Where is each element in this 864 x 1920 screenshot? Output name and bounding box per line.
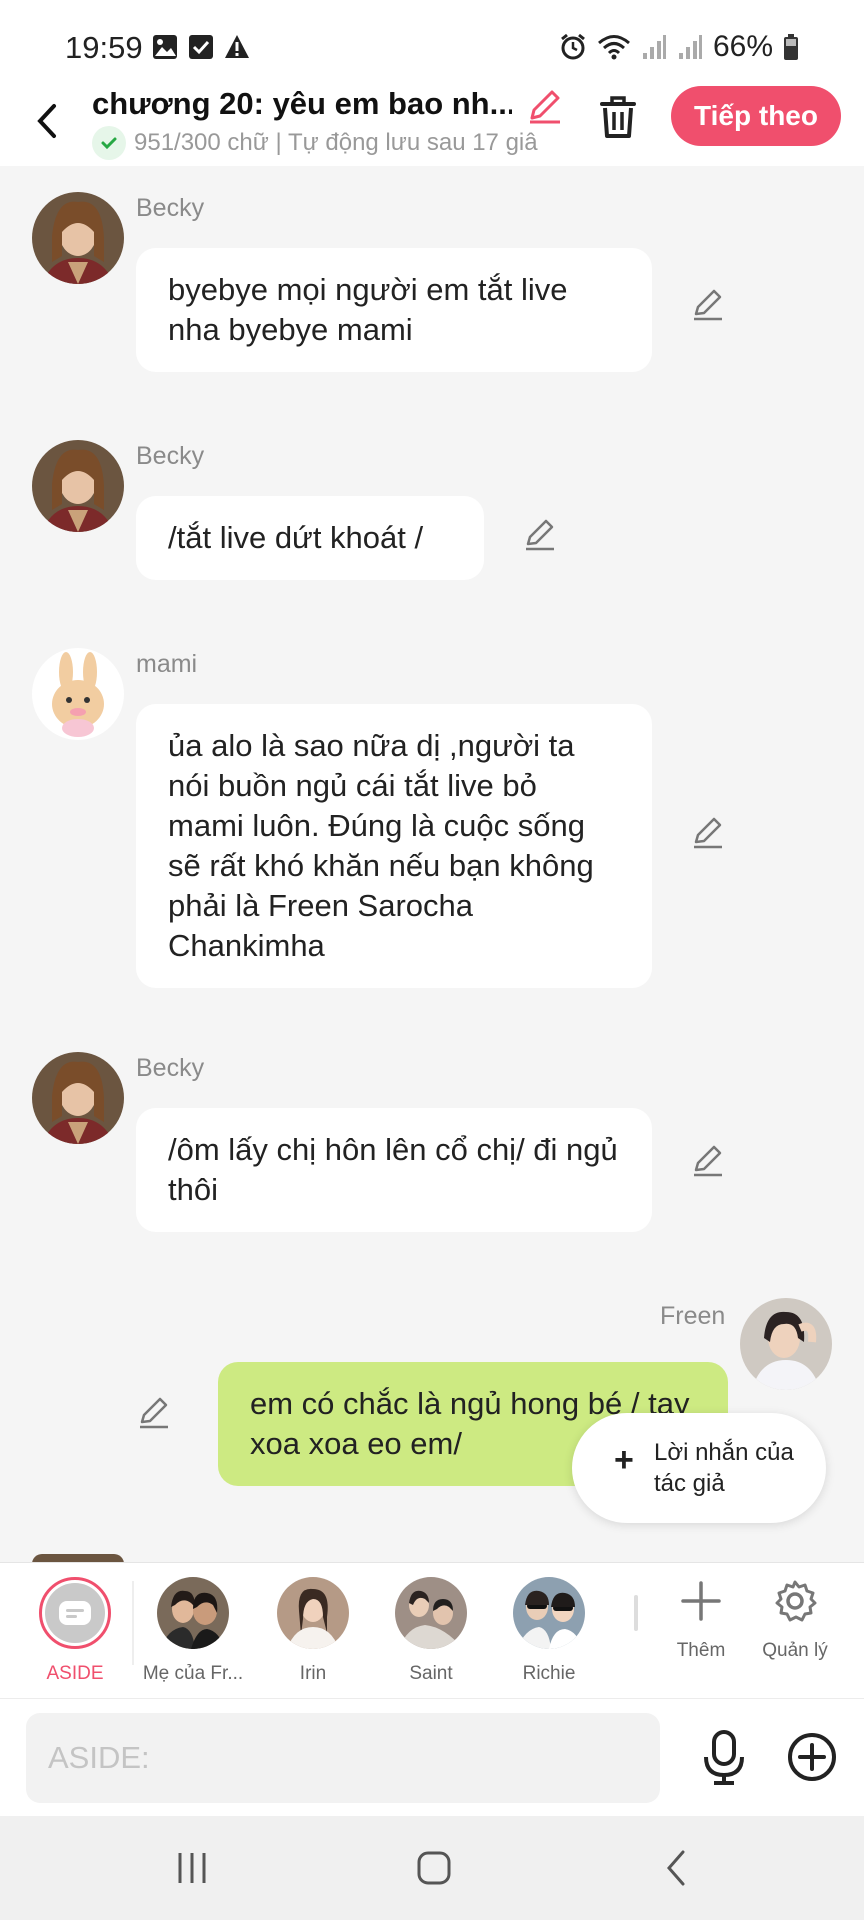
plus-icon: +: [614, 1441, 634, 1479]
avatar: [395, 1577, 467, 1649]
chat-area[interactable]: Becky byebye mọi người em tắt live nha b…: [0, 166, 864, 1562]
character-name: ASIDE: [46, 1663, 104, 1684]
avatar[interactable]: [32, 192, 124, 284]
avatar[interactable]: [32, 440, 124, 532]
microphone-icon[interactable]: [700, 1729, 748, 1785]
home-icon: [417, 1851, 451, 1885]
sender-name: Becky: [136, 442, 205, 470]
character-name: Irin: [299, 1663, 327, 1684]
avatar: [157, 1577, 229, 1649]
character-name: Richie: [522, 1663, 576, 1684]
character-saint[interactable]: Saint: [376, 1577, 486, 1685]
status-bar: 19:59 66%: [0, 0, 864, 86]
character-richie[interactable]: Richie: [494, 1577, 604, 1685]
scroll-hint: [634, 1595, 638, 1631]
avatar: [513, 1577, 585, 1649]
image-icon: [153, 35, 177, 59]
warning-icon: [225, 35, 249, 58]
character-name: Saint: [409, 1663, 453, 1684]
edit-pencil-icon[interactable]: [524, 86, 564, 126]
avatar[interactable]: [32, 648, 124, 740]
word-count-status: 951/300 chữ | Tự động lưu sau 17 giâ: [92, 126, 589, 160]
sender-name: Freen: [660, 1302, 726, 1330]
back-arrow-icon[interactable]: [28, 96, 68, 146]
recent-apps-icon: [178, 1853, 206, 1883]
checkbox-icon: [189, 35, 213, 59]
avatar[interactable]: [740, 1298, 832, 1390]
signal-icon: [642, 35, 666, 59]
status-time: 19:59: [65, 30, 143, 65]
manage-label: Quản lý: [762, 1640, 828, 1661]
author-note-button[interactable]: + Lời nhắn của tác giả: [572, 1413, 826, 1523]
edit-icon[interactable]: [690, 1142, 726, 1178]
trash-icon[interactable]: [594, 92, 642, 142]
message-bubble[interactable]: /ôm lấy chị hôn lên cổ chị/ đi ngủ thôi: [136, 1108, 652, 1232]
add-label: Thêm: [676, 1640, 726, 1661]
signal-icon: [678, 35, 702, 59]
sender-name: Becky: [136, 194, 205, 222]
plus-icon: [681, 1581, 721, 1621]
avatar: [277, 1577, 349, 1649]
divider: [132, 1581, 134, 1665]
character-name: Mẹ của Fr...: [142, 1663, 244, 1684]
character-bar: ASIDE Mẹ của Fr... Irin Saint Richie Thê…: [0, 1562, 864, 1698]
message-bubble[interactable]: byebye mọi người em tắt live nha byebye …: [136, 248, 652, 372]
aside-icon: [45, 1583, 105, 1643]
message-input[interactable]: [26, 1713, 660, 1803]
character-aside[interactable]: ASIDE: [20, 1577, 130, 1685]
edit-icon[interactable]: [690, 814, 726, 850]
gear-icon: [775, 1580, 817, 1622]
author-note-label: Lời nhắn của tác giả: [654, 1439, 794, 1497]
edit-icon[interactable]: [522, 516, 558, 552]
edit-icon[interactable]: [690, 286, 726, 322]
message-bubble[interactable]: ủa alo là sao nữa dị ,người ta nói buồn …: [136, 704, 652, 988]
sender-name: Becky: [136, 1054, 205, 1082]
battery-icon: [784, 34, 798, 60]
back-button[interactable]: [646, 1846, 706, 1890]
editor-header: chương 20: yêu em bao nh... 951/300 chữ …: [0, 86, 864, 166]
sender-name: mami: [136, 650, 198, 678]
add-character-button[interactable]: Thêm: [656, 1579, 746, 1662]
input-bar: [0, 1698, 864, 1816]
avatar[interactable]: [32, 1052, 124, 1144]
edit-icon[interactable]: [136, 1394, 172, 1430]
recent-apps-button[interactable]: [162, 1846, 222, 1890]
chapter-title[interactable]: chương 20: yêu em bao nh...: [92, 86, 512, 122]
avatar: [32, 1554, 124, 1562]
manage-button[interactable]: Quản lý: [750, 1579, 840, 1662]
battery-percent: 66%: [712, 30, 773, 63]
autosave-text: 951/300 chữ | Tự động lưu sau 17 giâ: [134, 129, 538, 156]
home-button[interactable]: [404, 1846, 464, 1890]
back-icon: [667, 1850, 685, 1886]
alarm-icon: [561, 33, 585, 60]
wifi-icon: [597, 35, 630, 60]
next-button[interactable]: Tiếp theo: [671, 86, 841, 146]
check-icon: [92, 126, 126, 160]
character-mother[interactable]: Mẹ của Fr...: [138, 1577, 248, 1685]
character-irin[interactable]: Irin: [258, 1577, 368, 1685]
add-circle-icon[interactable]: [786, 1731, 838, 1783]
message-bubble[interactable]: /tắt live dứt khoát /: [136, 496, 484, 580]
system-nav-bar: [0, 1816, 864, 1920]
